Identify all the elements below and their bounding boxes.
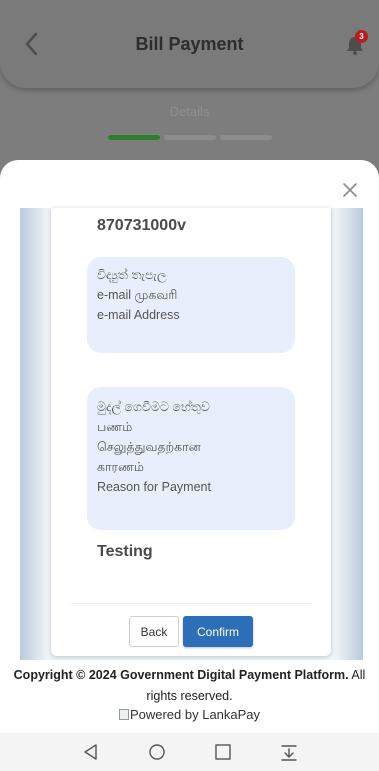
reason-value: Testing xyxy=(97,543,153,560)
step-progress xyxy=(108,135,272,141)
nav-back-icon[interactable] xyxy=(80,742,102,762)
system-nav-bar xyxy=(0,733,379,771)
divider xyxy=(71,603,311,604)
notification-badge: 3 xyxy=(355,30,368,43)
reason-label-ta-3: காரணம் xyxy=(97,460,144,474)
nav-recents-icon[interactable] xyxy=(212,742,234,762)
reason-label-box: මුදල් ගෙවීමට හේතුව பணம் செலுத்துவதற்கான … xyxy=(87,387,295,530)
reason-label-ta-2: செலுத்துவதற்கான xyxy=(97,440,201,454)
email-label-en: e-mail Address xyxy=(97,308,180,322)
back-button[interactable]: Back xyxy=(129,616,179,647)
powered-by-text: Powered by LankaPay xyxy=(129,707,261,722)
email-label-box: විද්‍යුත් තැපැල e-mail முகவரி e-mail Add… xyxy=(87,257,295,353)
step-bar-3 xyxy=(220,135,272,140)
copyright-text: Copyright © 2024 Government Digital Paym… xyxy=(10,665,369,707)
email-label-ta: e-mail முகவரி xyxy=(97,288,178,302)
reason-label-si: මුදල් ගෙවීමට හේතුව xyxy=(97,400,210,414)
page-title: Bill Payment xyxy=(135,34,244,54)
step-bar-2 xyxy=(164,135,216,140)
app-header: Bill Payment 3 xyxy=(0,0,379,88)
step-label: Details xyxy=(169,104,210,119)
reason-label-en: Reason for Payment xyxy=(97,480,211,494)
close-icon[interactable] xyxy=(341,181,359,199)
reason-label-ta-1: பணம் xyxy=(97,420,133,434)
copyright-bold: Copyright © 2024 Government Digital Paym… xyxy=(13,668,349,682)
confirm-button[interactable]: Confirm xyxy=(183,616,253,647)
nav-home-icon[interactable] xyxy=(146,742,168,762)
step-bar-1 xyxy=(108,135,160,140)
email-label-si: විද්‍යුත් තැපැල xyxy=(97,268,167,282)
id-value: 870731000v xyxy=(97,217,186,234)
broken-image-icon xyxy=(118,709,129,720)
powered-by[interactable]: Powered by LankaPay xyxy=(0,707,379,722)
nav-menu-icon[interactable] xyxy=(278,742,300,762)
